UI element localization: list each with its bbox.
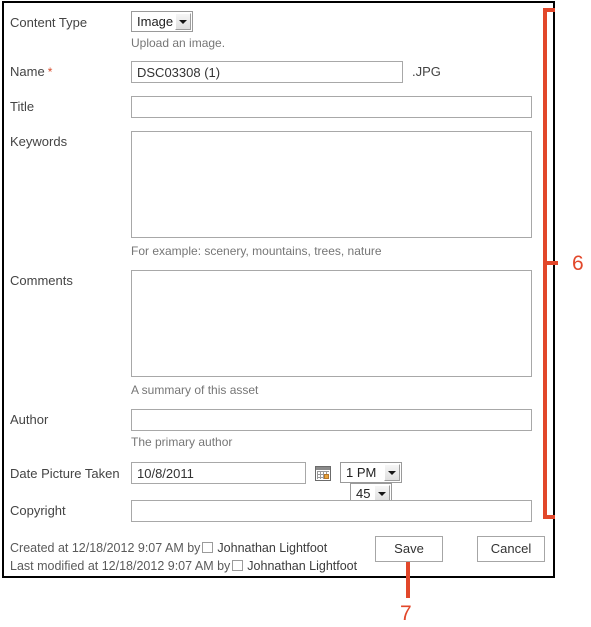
chevron-down-icon[interactable] [384, 464, 400, 481]
author-label: Author [10, 412, 49, 427]
annotation-label-6: 6 [572, 252, 584, 275]
copyright-label: Copyright [10, 503, 66, 518]
content-type-select[interactable]: Image [131, 11, 193, 32]
title-input[interactable] [131, 96, 532, 118]
title-label: Title [10, 99, 35, 114]
created-meta-line: Created at 12/18/2012 9:07 AM by Johnatha… [10, 540, 327, 556]
author-input[interactable] [131, 409, 532, 431]
created-prefix: Created at 12/18/2012 9:07 AM by [10, 541, 201, 555]
calendar-icon[interactable] [315, 466, 331, 481]
comments-textarea[interactable] [131, 270, 532, 377]
modified-by-user[interactable]: Johnathan Lightfoot [247, 559, 357, 573]
modified-meta-line: Last modified at 12/18/2012 9:07 AM by Jo… [10, 558, 357, 574]
calendar-icon-highlight [324, 474, 329, 479]
annotation-bracket-6-tick [547, 261, 558, 265]
keywords-textarea[interactable] [131, 131, 532, 238]
copyright-input[interactable] [131, 500, 532, 522]
hour-select[interactable]: 1 PM [340, 462, 402, 483]
date-picture-taken-label: Date Picture Taken [10, 466, 120, 481]
keywords-label: Keywords [10, 134, 68, 149]
annotation-label-7: 7 [400, 602, 412, 625]
author-hint: The primary author [131, 435, 233, 449]
name-extension-suffix: .JPG [412, 64, 441, 79]
presence-indicator-icon[interactable] [232, 560, 244, 571]
name-label: Name * [10, 64, 53, 79]
content-type-hint: Upload an image. [131, 36, 226, 50]
presence-indicator-icon[interactable] [202, 542, 214, 553]
asset-properties-form-panel: Content Type Image Upload an image. Name… [2, 1, 555, 578]
chevron-down-icon[interactable] [175, 13, 191, 30]
annotation-pointer-7 [406, 562, 410, 598]
keywords-hint: For example: scenery, mountains, trees, … [131, 244, 382, 258]
calendar-icon-header [316, 467, 330, 470]
name-input[interactable] [131, 61, 403, 83]
comments-hint: A summary of this asset [131, 383, 259, 397]
content-type-label: Content Type [10, 15, 88, 30]
date-picture-taken-input[interactable] [131, 462, 306, 484]
required-asterisk: * [47, 65, 53, 79]
created-by-user[interactable]: Johnathan Lightfoot [217, 541, 327, 555]
save-button[interactable]: Save [375, 536, 443, 562]
comments-label: Comments [10, 273, 73, 288]
modified-prefix: Last modified at 12/18/2012 9:07 AM by [10, 559, 231, 573]
cancel-button[interactable]: Cancel [477, 536, 545, 562]
